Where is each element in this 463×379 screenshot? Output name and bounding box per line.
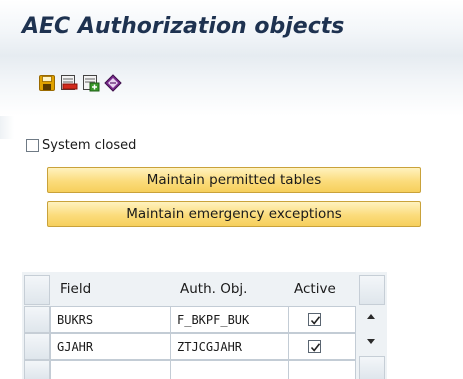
row-selector[interactable] [24, 333, 50, 360]
system-closed-checkbox[interactable] [26, 139, 39, 152]
row-selector[interactable] [24, 360, 50, 379]
column-header-active[interactable]: Active [288, 272, 354, 306]
save-icon[interactable] [38, 74, 56, 92]
table-cell-active [288, 306, 356, 333]
column-header-field[interactable]: Field [50, 272, 170, 306]
table-cell-active [288, 333, 356, 360]
window-title: AEC Authorization objects [22, 14, 345, 39]
screen-edge-shade [0, 116, 14, 139]
table-cell-field[interactable]: BUKRS [50, 306, 172, 333]
checkmark-icon [310, 343, 321, 352]
table-cell-field[interactable] [50, 360, 172, 379]
scroll-down-icon[interactable] [367, 339, 375, 344]
checkmark-icon [310, 316, 321, 325]
column-header-auth-obj[interactable]: Auth. Obj. [170, 272, 288, 306]
maintain-permitted-tables-button[interactable]: Maintain permitted tables [47, 167, 421, 193]
documentation-icon[interactable] [104, 74, 122, 92]
auth-objects-table: Field Auth. Obj. Active BUKRS F_BKPF_BUK… [22, 272, 387, 379]
select-all-cell[interactable] [24, 275, 50, 305]
table-cell-active [288, 360, 356, 379]
system-closed-label: System closed [42, 138, 137, 153]
scroll-thumb[interactable] [359, 356, 385, 379]
vertical-scrollbar[interactable] [359, 306, 385, 379]
active-checkbox[interactable] [308, 313, 321, 326]
delete-row-icon[interactable] [60, 74, 78, 92]
application-toolbar [0, 56, 463, 116]
table-cell-field[interactable]: GJAHR [50, 333, 172, 360]
row-selector[interactable] [24, 306, 50, 333]
active-checkbox[interactable] [308, 340, 321, 353]
add-row-icon[interactable] [82, 74, 100, 92]
title-bar: AEC Authorization objects [0, 0, 463, 56]
column-settings-button[interactable] [359, 275, 385, 305]
scroll-up-icon[interactable] [367, 314, 375, 319]
table-cell-auth-obj[interactable]: F_BKPF_BUK [170, 306, 290, 333]
table-cell-auth-obj[interactable]: ZTJCGJAHR [170, 333, 290, 360]
system-closed-row: System closed [26, 137, 136, 154]
table-cell-auth-obj[interactable] [170, 360, 290, 379]
maintain-emergency-exceptions-button[interactable]: Maintain emergency exceptions [47, 201, 421, 227]
